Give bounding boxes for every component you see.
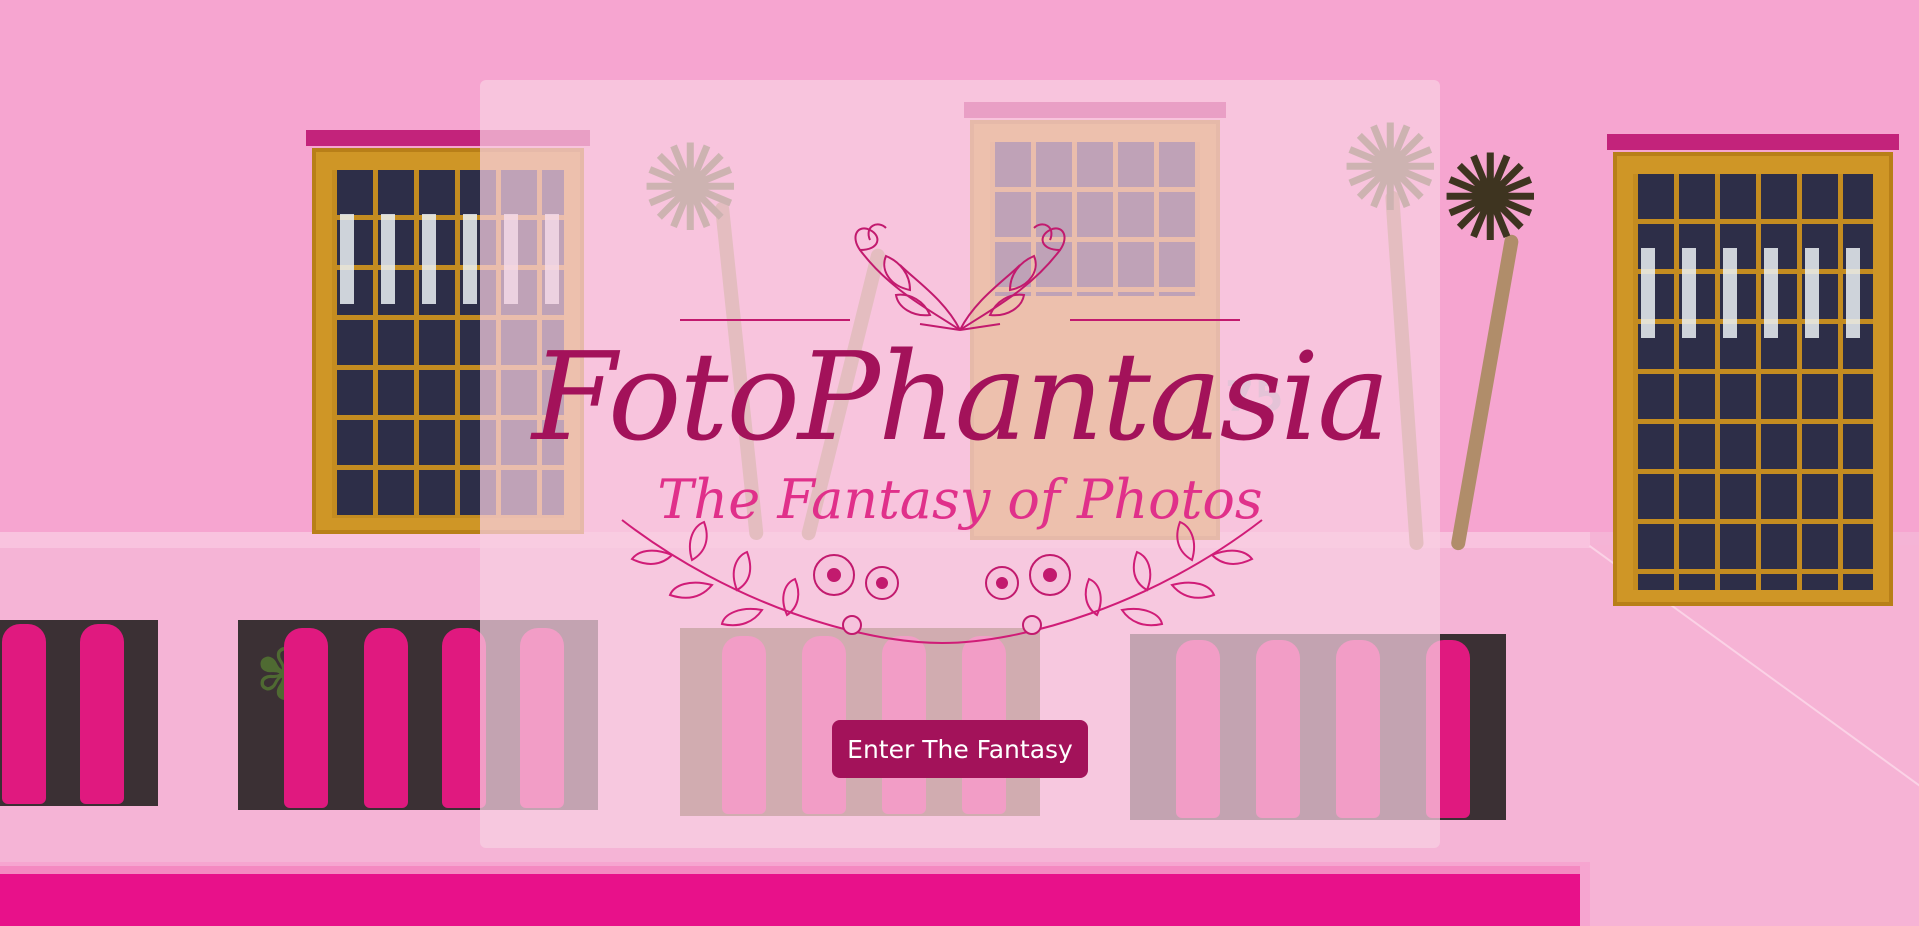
window-glass [1633, 174, 1873, 590]
site-title: FotoPhantasia [532, 326, 1390, 468]
palm-fronds: ✺ [1440, 130, 1541, 269]
window-right [1607, 134, 1899, 606]
baluster [2, 624, 46, 804]
baluster [80, 624, 124, 804]
base-strip [0, 874, 1580, 926]
baluster [284, 628, 328, 808]
baluster [364, 628, 408, 808]
laurel-wreath-icon [621, 519, 1263, 644]
window-panes [1633, 248, 1873, 338]
landing-page: ✺ ✺ ✺ 75 ✾ [0, 0, 1919, 926]
enter-fantasy-button[interactable]: Enter The Fantasy [832, 720, 1088, 778]
window-cap [1607, 134, 1899, 150]
